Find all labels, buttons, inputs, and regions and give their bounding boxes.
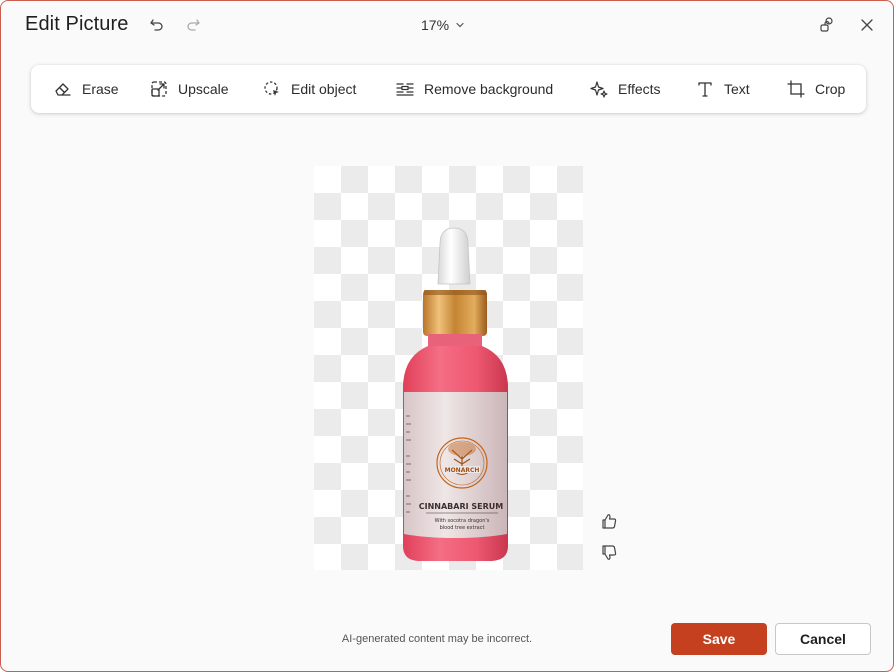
- share-button[interactable]: [813, 11, 841, 39]
- image-canvas[interactable]: MONARCH CINNABARI SERUM With socotra dra…: [314, 166, 583, 570]
- undo-button[interactable]: [143, 11, 171, 39]
- remove-background-tool[interactable]: Remove background: [395, 65, 553, 113]
- erase-tool[interactable]: Erase: [53, 65, 119, 113]
- zoom-level: 17%: [421, 17, 450, 33]
- thumbs-up-button[interactable]: [599, 511, 619, 531]
- edit-object-label: Edit object: [291, 81, 357, 97]
- crop-label: Crop: [815, 81, 846, 97]
- chevron-down-icon: [456, 22, 464, 28]
- dialog-title: Edit Picture: [25, 13, 129, 35]
- crop-tool[interactable]: Crop: [786, 65, 845, 113]
- effects-tool[interactable]: Effects: [589, 65, 661, 113]
- erase-label: Erase: [82, 81, 119, 97]
- thumbs-up-icon: [602, 514, 617, 529]
- edit-toolbar: Erase Upscale Edit object Remove backgro…: [31, 65, 866, 113]
- text-label: Text: [724, 81, 750, 97]
- cancel-button[interactable]: Cancel: [775, 623, 871, 655]
- redo-button[interactable]: [179, 11, 207, 39]
- people-icon: [820, 17, 833, 32]
- remove-background-icon: [396, 83, 414, 96]
- effects-label: Effects: [618, 81, 661, 97]
- edit-object-tool[interactable]: Edit object: [262, 65, 356, 113]
- thumbs-down-icon: [602, 545, 617, 560]
- text-icon: [698, 82, 712, 97]
- undo-icon: [150, 19, 163, 31]
- save-button[interactable]: Save: [671, 623, 767, 655]
- close-button[interactable]: [853, 11, 881, 39]
- product-name: CINNABARI SERUM: [419, 502, 504, 511]
- edit-picture-dialog: Edit Picture 17% Erase Upscale Edit obje…: [0, 0, 894, 672]
- upscale-label: Upscale: [178, 81, 229, 97]
- serum-bottle-image: MONARCH CINNABARI SERUM With socotra dra…: [403, 227, 508, 561]
- close-icon: [861, 19, 873, 31]
- sparkle-icon: [590, 81, 608, 98]
- remove-background-label: Remove background: [424, 81, 554, 97]
- product-tagline-2: blood tree extract: [440, 525, 485, 531]
- product-brand: MONARCH: [445, 467, 480, 474]
- thumbs-down-button[interactable]: [599, 543, 619, 563]
- upscale-tool[interactable]: Upscale: [149, 65, 229, 113]
- redo-icon: [187, 19, 200, 31]
- eraser-icon: [55, 83, 71, 96]
- upscale-icon: [151, 81, 167, 97]
- ai-disclaimer: AI-generated content may be incorrect.: [341, 633, 533, 645]
- text-tool[interactable]: Text: [695, 65, 750, 113]
- product-tagline-1: With socotra dragon's: [435, 518, 490, 524]
- zoom-dropdown[interactable]: 17%: [421, 15, 465, 35]
- crop-icon: [787, 80, 805, 98]
- edit-object-icon: [264, 81, 279, 96]
